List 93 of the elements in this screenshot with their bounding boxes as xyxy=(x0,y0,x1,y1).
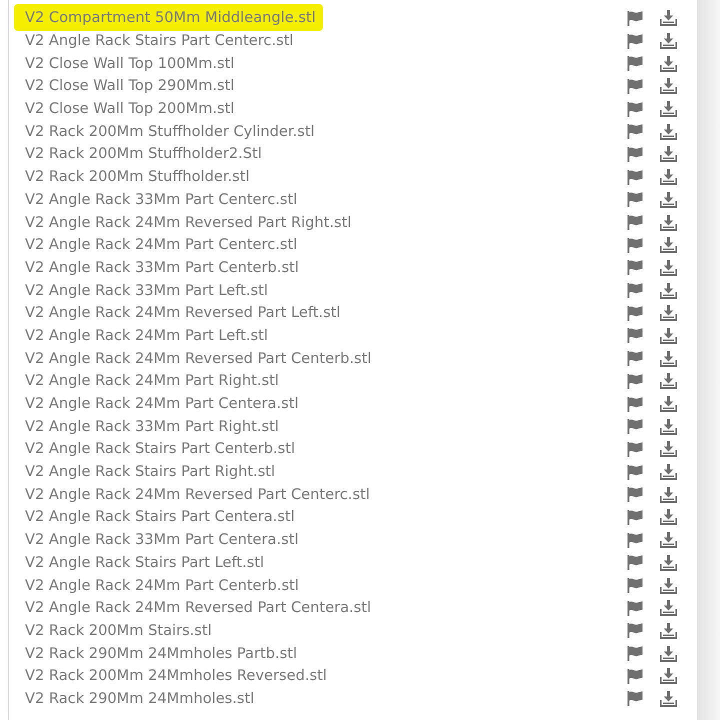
download-icon[interactable] xyxy=(660,418,677,435)
flag-icon[interactable] xyxy=(627,306,643,321)
file-name: V2 Angle Rack 24Mm Part Centerb.stl xyxy=(25,576,299,594)
file-name: V2 Angle Rack 24Mm Part Centerc.stl xyxy=(25,236,298,254)
file-name: V2 Angle Rack 24Mm Reversed Part Right.stl xyxy=(25,214,352,231)
flag-icon[interactable] xyxy=(627,102,643,117)
file-name: V2 Angle Rack 33Mm Part Right.stl xyxy=(25,418,279,435)
flag-icon[interactable] xyxy=(627,442,643,457)
download-icon[interactable] xyxy=(660,373,677,390)
file-name: V2 Close Wall Top 290Mm.stl xyxy=(25,77,234,94)
file-name: V2 Close Wall Top 200Mm.stl xyxy=(25,100,234,118)
flag-icon[interactable] xyxy=(627,600,643,616)
file-name: V2 Angle Rack Stairs Part Left.stl xyxy=(25,554,264,571)
download-icon[interactable] xyxy=(660,464,677,480)
download-icon[interactable] xyxy=(660,486,677,503)
flag-icon[interactable] xyxy=(627,146,643,162)
file-name: V2 Angle Rack 33Mm Part Centerb.stl xyxy=(25,258,299,276)
file-name: V2 Angle Rack 24Mm Reversed Part Centerb.stl xyxy=(25,350,372,367)
download-icon[interactable] xyxy=(660,214,677,231)
file-name: V2 Rack 200Mm Stuffholder.stl xyxy=(25,168,250,186)
file-name: V2 Angle Rack 24Mm Part Right.stl xyxy=(25,372,279,390)
download-icon[interactable] xyxy=(660,101,677,118)
flag-icon[interactable] xyxy=(627,464,643,480)
download-icon[interactable] xyxy=(660,124,677,140)
file-name: V2 Angle Rack 33Mm Part Centera.stl xyxy=(25,531,298,548)
flag-icon[interactable] xyxy=(627,215,643,230)
flag-icon[interactable] xyxy=(627,238,643,253)
flag-icon[interactable] xyxy=(627,555,643,570)
flag-icon[interactable] xyxy=(627,78,643,94)
file-name: V2 Angle Rack 24Mm Part Centera.stl xyxy=(25,395,298,412)
file-name: V2 Angle Rack Stairs Part Right.stl xyxy=(25,463,276,480)
file-name: V2 Rack 290Mm 24Mmholes.stl xyxy=(25,690,254,707)
download-icon[interactable] xyxy=(660,33,677,50)
flag-icon[interactable] xyxy=(627,34,643,49)
file-name: V2 Rack 200Mm Stairs.stl xyxy=(25,622,212,639)
download-icon[interactable] xyxy=(660,305,677,322)
file-name: V2 Angle Rack 24Mm Reversed Part Left.stl xyxy=(25,304,340,322)
file-name: V2 Angle Rack 33Mm Part Centerc.stl xyxy=(25,190,298,208)
download-icon[interactable] xyxy=(660,10,677,26)
flag-icon[interactable] xyxy=(627,283,643,298)
flag-icon[interactable] xyxy=(627,419,643,434)
download-icon[interactable] xyxy=(660,350,677,367)
flag-icon[interactable] xyxy=(627,396,643,412)
download-icon[interactable] xyxy=(660,441,677,458)
file-name: V2 Angle Rack Stairs Part Centera.stl xyxy=(25,508,295,526)
file-name: V2 Rack 290Mm 24Mmholes Partb.stl xyxy=(25,644,298,662)
download-icon[interactable] xyxy=(660,646,677,662)
download-icon[interactable] xyxy=(660,668,677,684)
download-icon[interactable] xyxy=(660,192,677,208)
file-name: V2 Rack 200Mm Stuffholder2.Stl xyxy=(25,145,262,162)
download-icon[interactable] xyxy=(660,169,677,186)
flag-icon[interactable] xyxy=(627,351,643,366)
download-icon[interactable] xyxy=(660,260,677,276)
flag-icon[interactable] xyxy=(627,510,643,525)
flag-icon[interactable] xyxy=(627,487,643,502)
flag-icon[interactable] xyxy=(627,646,643,662)
flag-icon[interactable] xyxy=(627,374,643,389)
download-icon[interactable] xyxy=(660,146,677,162)
file-name: V2 Angle Rack Stairs Part Centerb.stl xyxy=(25,440,296,458)
download-icon[interactable] xyxy=(660,600,677,616)
download-icon[interactable] xyxy=(660,690,677,707)
download-icon[interactable] xyxy=(660,622,677,639)
file-name: V2 Angle Rack 24Mm Reversed Part Centera.stl xyxy=(25,599,372,616)
flag-icon[interactable] xyxy=(627,328,643,344)
file-name: V2 Rack 200Mm 24Mmholes Reversed.stl xyxy=(25,667,327,684)
file-name: V2 Close Wall Top 100Mm.stl xyxy=(25,54,234,72)
file-name: V2 Angle Rack 24Mm Part Left.stl xyxy=(25,326,268,344)
flag-icon[interactable] xyxy=(627,124,643,140)
file-name: V2 Angle Rack Stairs Part Centerc.stl xyxy=(25,32,294,50)
flag-icon[interactable] xyxy=(627,691,643,706)
download-icon[interactable] xyxy=(660,578,677,594)
download-icon[interactable] xyxy=(660,328,677,344)
file-name: V2 Angle Rack 24Mm Reversed Part Centerc.stl xyxy=(25,486,370,503)
download-icon[interactable] xyxy=(660,396,677,412)
download-icon[interactable] xyxy=(660,282,677,299)
flag-icon[interactable] xyxy=(627,192,643,208)
file-name: V2 Compartment 50Mm Middleangle.stl xyxy=(14,4,323,32)
flag-icon[interactable] xyxy=(627,668,643,684)
file-name: V2 Angle Rack 33Mm Part Left.stl xyxy=(25,282,268,299)
flag-icon[interactable] xyxy=(627,260,643,276)
download-icon[interactable] xyxy=(660,509,677,526)
flag-icon[interactable] xyxy=(627,578,643,594)
download-icon[interactable] xyxy=(660,532,677,548)
download-icon[interactable] xyxy=(660,78,677,94)
download-icon[interactable] xyxy=(660,237,677,254)
flag-icon[interactable] xyxy=(627,10,643,26)
download-icon[interactable] xyxy=(660,554,677,571)
flag-icon[interactable] xyxy=(627,532,643,548)
flag-icon[interactable] xyxy=(627,56,643,72)
download-icon[interactable] xyxy=(660,56,677,72)
file-name: V2 Rack 200Mm Stuffholder Cylinder.stl xyxy=(25,122,315,140)
flag-icon[interactable] xyxy=(627,623,643,638)
flag-icon[interactable] xyxy=(627,170,643,185)
